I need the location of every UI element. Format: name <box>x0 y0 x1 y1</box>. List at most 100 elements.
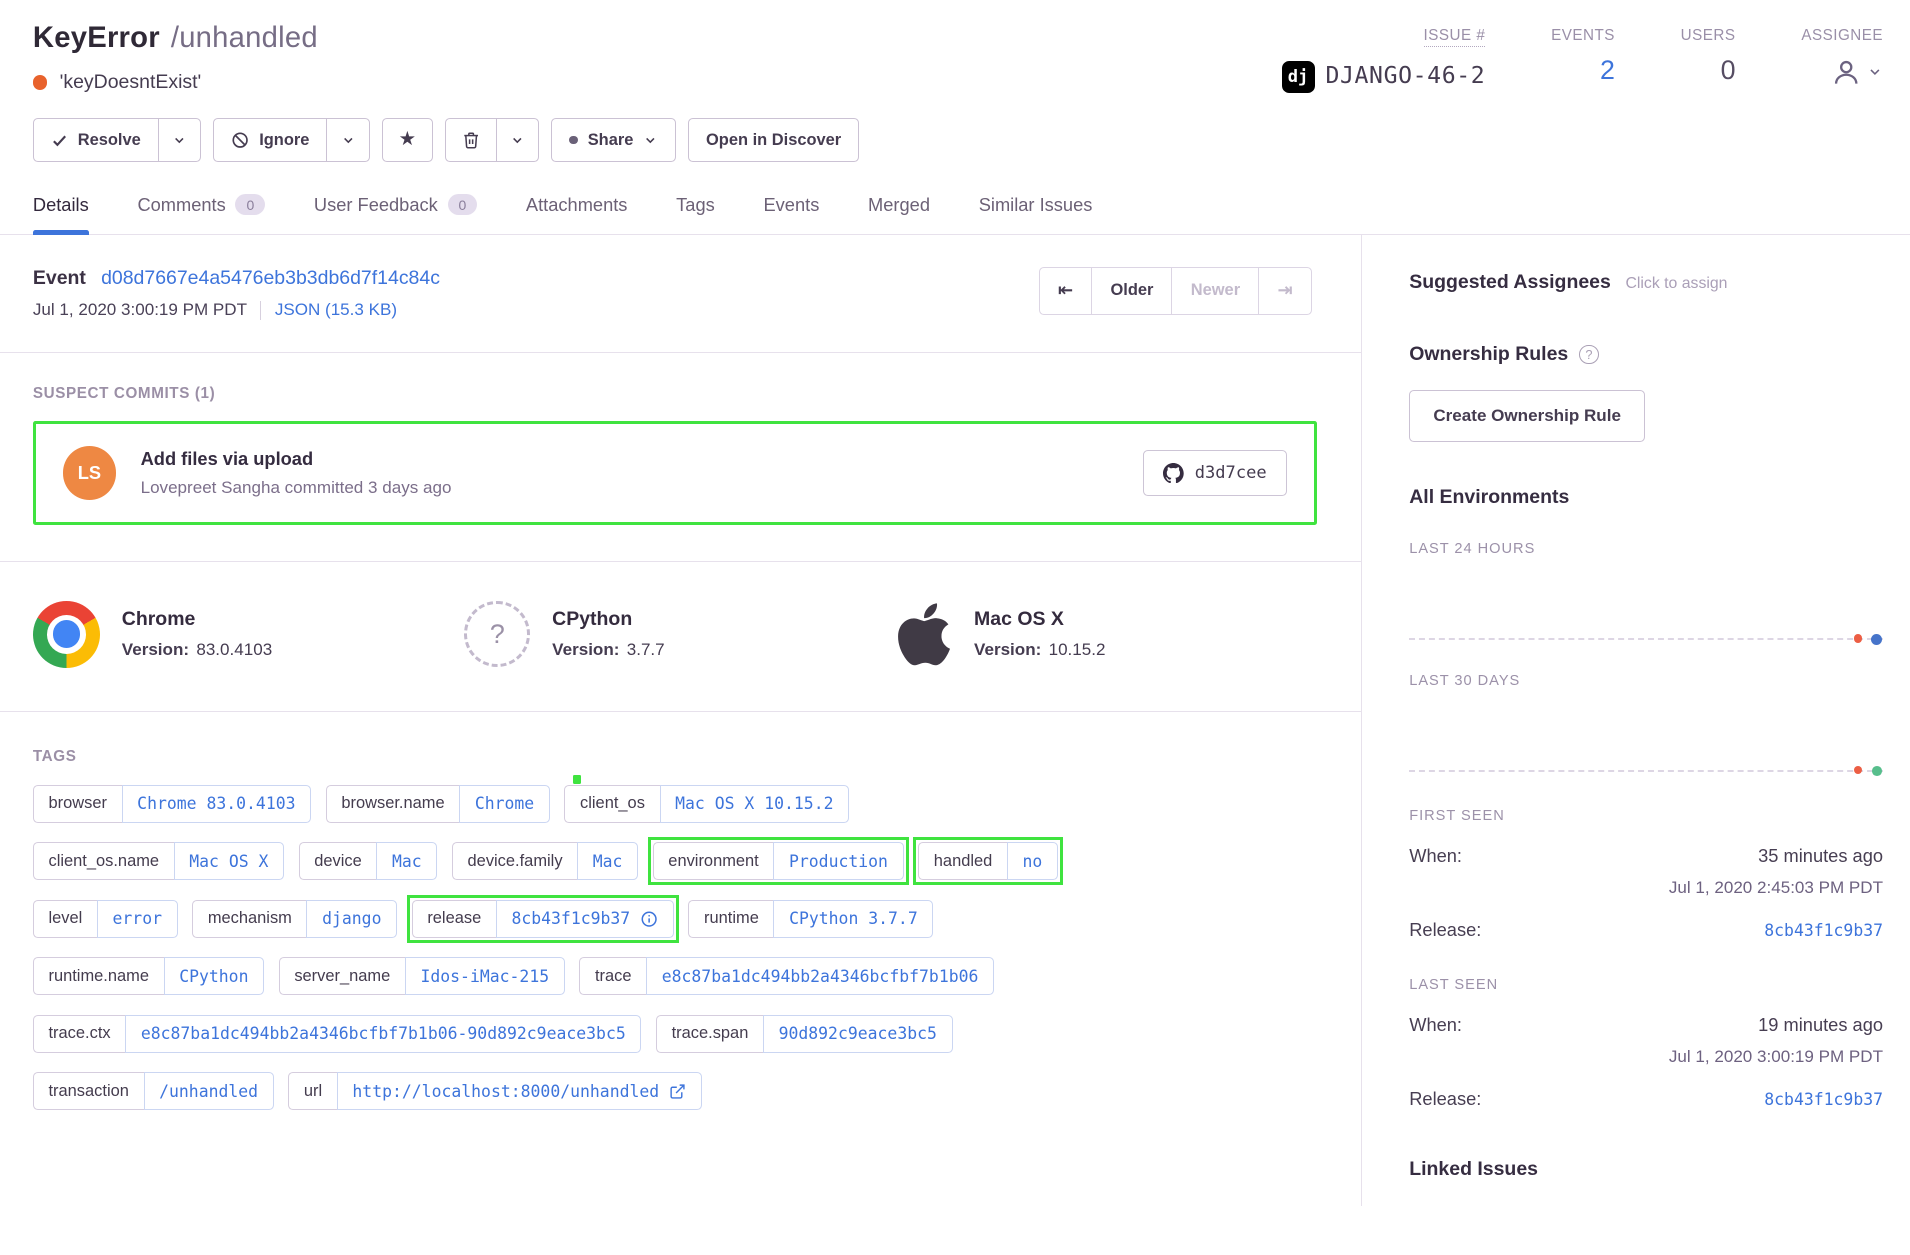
version-label: Version: <box>974 640 1041 659</box>
issue-stats: ISSUE # dj DJANGO-46-2 EVENTS 2 USERS 0 … <box>1282 22 1883 94</box>
event-details-main: Event d08d7667e4a5476eb3b3db6d7f14c84c J… <box>0 235 1362 1206</box>
tag-key: level <box>33 900 97 938</box>
share-button[interactable]: Share <box>551 118 675 162</box>
skip-to-last-icon: ⇥ <box>1277 280 1292 301</box>
checkmark-icon <box>51 132 68 149</box>
tag-value[interactable]: Mac <box>577 842 638 880</box>
event-id-link[interactable]: d08d7667e4a5476eb3b3db6d7f14c84c <box>101 267 440 289</box>
feedback-count-badge: 0 <box>448 194 478 215</box>
version-label: Version: <box>552 640 619 659</box>
tab-merged[interactable]: Merged <box>868 194 930 234</box>
divider <box>260 301 261 319</box>
create-ownership-rule-button[interactable]: Create Ownership Rule <box>1409 390 1645 441</box>
last-seen-release-link[interactable]: 8cb43f1c9b37 <box>1764 1090 1883 1109</box>
tag-value[interactable]: error <box>97 900 178 938</box>
tab-user-feedback[interactable]: User Feedback0 <box>314 194 477 234</box>
tag-value[interactable]: e8c87ba1dc494bb2a4346bcfbf7b1b06-90d892c… <box>125 1015 641 1053</box>
last-30-days-label: LAST 30 DAYS <box>1409 673 1883 689</box>
ignore-button[interactable]: Ignore <box>213 118 327 162</box>
tag-value[interactable]: Chrome <box>459 785 550 823</box>
ownership-rules-title: Ownership Rules <box>1409 343 1568 366</box>
tag-value[interactable]: http://localhost:8000/unhandled <box>337 1072 702 1110</box>
tag-key: environment <box>653 842 774 880</box>
event-pagination: ⇤ Older Newer ⇥ <box>1039 267 1312 316</box>
tag-value[interactable]: 8cb43f1c9b37 <box>496 900 674 938</box>
help-icon[interactable]: ? <box>1579 345 1598 364</box>
tab-tags[interactable]: Tags <box>676 194 715 234</box>
trash-icon <box>462 131 480 149</box>
tab-details[interactable]: Details <box>33 194 89 234</box>
tag-client-os-name: client_os.nameMac OS X <box>33 842 284 880</box>
resolve-button[interactable]: Resolve <box>33 118 159 162</box>
django-platform-icon: dj <box>1282 61 1315 94</box>
tags-heading: TAGS <box>33 748 1328 765</box>
tag-value[interactable]: Production <box>773 842 903 880</box>
person-icon <box>1831 57 1861 87</box>
tag-value[interactable]: /unhandled <box>144 1072 274 1110</box>
commit-sha: d3d7cee <box>1195 463 1267 483</box>
tab-attachments[interactable]: Attachments <box>526 194 628 234</box>
ignore-dropdown-button[interactable] <box>326 118 369 162</box>
tag-value[interactable]: Chrome 83.0.4103 <box>122 785 312 823</box>
tag-environment: environmentProduction <box>653 842 904 880</box>
oldest-event-button[interactable]: ⇤ <box>1039 267 1093 316</box>
all-environments-title: All Environments <box>1409 486 1883 509</box>
tab-label: Events <box>763 194 819 216</box>
delete-button[interactable] <box>445 118 497 162</box>
delete-dropdown-button[interactable] <box>496 118 539 162</box>
tag-runtime: runtimeCPython 3.7.7 <box>688 900 933 938</box>
suspect-commits-heading: SUSPECT COMMITS (1) <box>33 385 1317 402</box>
users-label: USERS <box>1681 27 1736 44</box>
tag-key: device.family <box>452 842 577 880</box>
tag-value[interactable]: Idos-iMac-215 <box>405 957 565 995</box>
event-label: Event <box>33 267 86 289</box>
mute-icon <box>231 131 249 149</box>
newest-event-button[interactable]: ⇥ <box>1258 267 1312 316</box>
bookmark-button[interactable]: ★ <box>382 118 433 162</box>
skip-to-first-icon: ⇤ <box>1058 280 1073 301</box>
tag-key: handled <box>918 842 1007 880</box>
tag-key: release <box>412 900 496 938</box>
tab-label: Comments <box>137 194 225 216</box>
tab-similar-issues[interactable]: Similar Issues <box>979 194 1093 234</box>
tab-events[interactable]: Events <box>763 194 819 234</box>
tab-label: Attachments <box>526 194 628 216</box>
issue-number-label: ISSUE # <box>1424 27 1486 47</box>
context-name: CPython <box>552 608 664 631</box>
stat-events: EVENTS 2 <box>1551 27 1615 94</box>
tag-value[interactable]: Mac <box>376 842 437 880</box>
info-icon[interactable] <box>640 910 658 928</box>
tag-key: mechanism <box>192 900 306 938</box>
stat-users: USERS 0 <box>1681 27 1736 94</box>
tag-handled: handledno <box>918 842 1058 880</box>
raw-json-link[interactable]: JSON (15.3 KB) <box>275 300 397 320</box>
open-in-discover-button[interactable]: Open in Discover <box>688 118 859 162</box>
star-icon: ★ <box>399 130 416 149</box>
newer-event-button[interactable]: Newer <box>1171 267 1259 316</box>
tag-value[interactable]: no <box>1007 842 1058 880</box>
share-label: Share <box>588 131 634 150</box>
tag-runtime-name: runtime.nameCPython <box>33 957 264 995</box>
comments-count-badge: 0 <box>235 194 265 215</box>
tab-comments[interactable]: Comments 0 <box>137 194 265 234</box>
commit-sha-button[interactable]: d3d7cee <box>1143 450 1287 496</box>
tag-value[interactable]: CPython <box>164 957 265 995</box>
external-link-icon[interactable] <box>669 1083 686 1100</box>
tag-value[interactable]: CPython 3.7.7 <box>773 900 933 938</box>
tag-value[interactable]: Mac OS X 10.15.2 <box>660 785 850 823</box>
older-event-button[interactable]: Older <box>1091 267 1172 316</box>
tag-device: deviceMac <box>299 842 438 880</box>
events-count-link[interactable]: 2 <box>1600 57 1615 84</box>
tag-value[interactable]: 90d892c9eace3bc5 <box>763 1015 953 1053</box>
tag-value[interactable]: Mac OS X <box>174 842 284 880</box>
tag-value[interactable]: django <box>306 900 397 938</box>
first-seen-release-link[interactable]: 8cb43f1c9b37 <box>1764 921 1883 940</box>
context-name: Mac OS X <box>974 608 1105 631</box>
first-seen-date: Jul 1, 2020 2:45:03 PM PDT <box>1409 878 1883 898</box>
first-seen-heading: FIRST SEEN <box>1409 808 1883 824</box>
tag-value[interactable]: e8c87ba1dc494bb2a4346bcfbf7b1b06 <box>646 957 994 995</box>
assignee-dropdown[interactable] <box>1831 57 1883 87</box>
page-title: KeyError/unhandled <box>33 22 318 55</box>
ignore-label: Ignore <box>259 131 309 150</box>
resolve-dropdown-button[interactable] <box>158 118 201 162</box>
